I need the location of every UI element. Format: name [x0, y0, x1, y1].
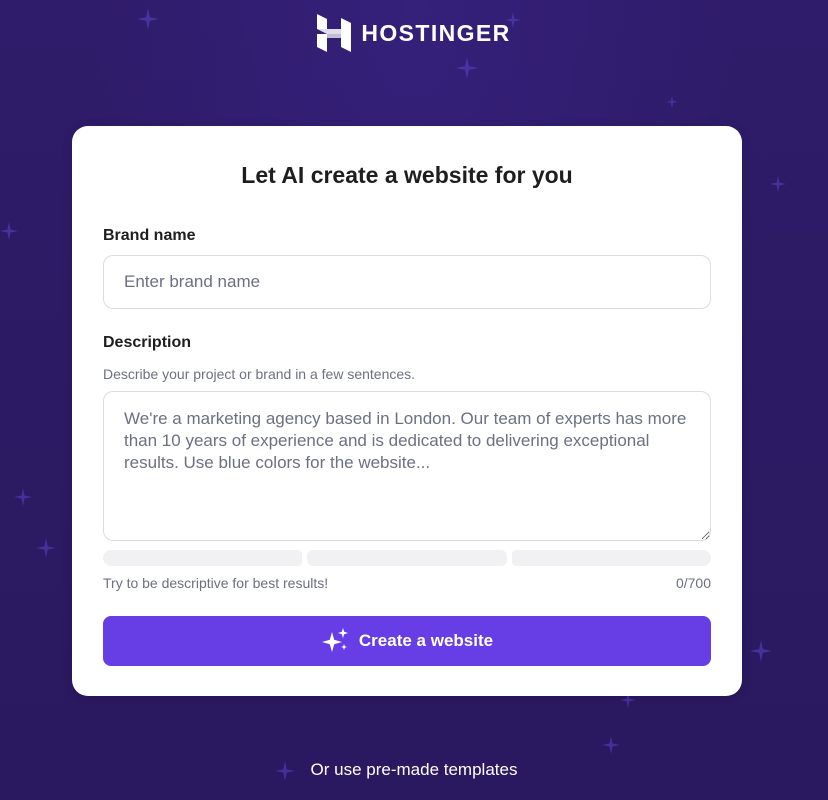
sparkle-icon [36, 538, 56, 558]
sparkles-icon [321, 628, 349, 654]
premade-templates-link[interactable]: Or use pre-made templates [0, 760, 828, 780]
strength-segment [511, 550, 711, 566]
sparkle-icon [456, 57, 478, 79]
ai-website-form-card: Let AI create a website for you Brand na… [72, 126, 742, 696]
brand-header: HOSTINGER [0, 14, 828, 52]
card-title: Let AI create a website for you [241, 162, 573, 188]
hostinger-logo-icon [317, 14, 352, 52]
description-label: Description [103, 334, 192, 351]
strength-segment [307, 550, 507, 566]
sparkle-icon [14, 488, 32, 506]
page: HOSTINGER Let AI create a website for yo… [0, 0, 828, 800]
description-hint: Describe your project or brand in a few … [103, 366, 416, 382]
brand-name-input[interactable] [103, 255, 711, 309]
sparkle-icon [0, 222, 18, 240]
create-website-button[interactable]: Create a website [103, 616, 711, 666]
sparkle-icon [666, 96, 678, 108]
descriptive-tip: Try to be descriptive for best results! [103, 575, 329, 591]
brand-name: HOSTINGER [361, 19, 511, 46]
sparkle-icon [770, 176, 786, 192]
description-textarea[interactable] [103, 391, 711, 541]
create-website-label: Create a website [358, 631, 494, 650]
character-counter: 0/700 [675, 575, 711, 591]
sparkle-icon [602, 736, 620, 754]
description-strength-meter [103, 550, 711, 566]
brand-name-label: Brand name [103, 227, 196, 244]
strength-segment [103, 550, 303, 566]
sparkle-icon [750, 640, 772, 662]
